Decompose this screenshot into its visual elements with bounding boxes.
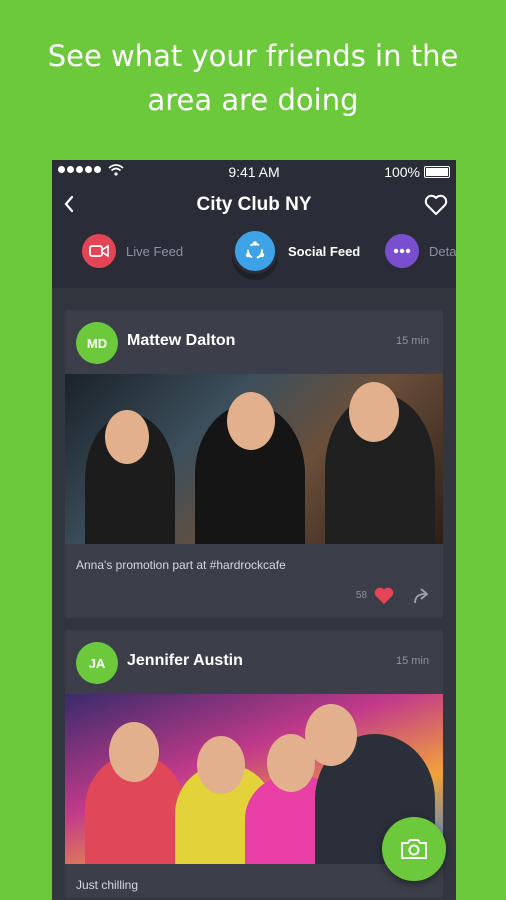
social-feed: MD Mattew Dalton 15 min Anna's promotion… (52, 288, 456, 900)
tab-details[interactable]: Deta (385, 234, 456, 268)
post-photo[interactable] (65, 374, 443, 544)
app-header: City Club NY (52, 184, 456, 224)
post-author[interactable]: Jennifer Austin (127, 652, 243, 670)
person-face (349, 382, 399, 442)
tab-label: Social Feed (288, 243, 361, 259)
person-face (105, 410, 149, 464)
person-face (197, 736, 245, 794)
battery-percent: 100% (384, 164, 420, 180)
person-face (305, 704, 357, 766)
post-caption: Anna's promotion part at #hardrockcafe (76, 558, 286, 572)
post-time: 15 min (395, 655, 429, 667)
tab-label: Deta (429, 243, 456, 259)
avatar[interactable]: JA (76, 642, 118, 684)
like-count: 58 (355, 590, 367, 601)
camera-icon (401, 839, 427, 859)
heart-outline-icon[interactable] (424, 194, 448, 216)
heart-icon[interactable] (373, 586, 395, 606)
battery-icon (424, 166, 450, 178)
post-author[interactable]: Mattew Dalton (127, 332, 235, 350)
tab-label: Live Feed (126, 243, 184, 259)
post-time: 15 min (395, 335, 429, 347)
more-dots-icon (385, 234, 419, 268)
promo-line-1: See what your friends in the (47, 39, 459, 73)
feed-tabs: Live Feed Social Feed Deta (52, 224, 456, 280)
post-caption: Just chilling (76, 878, 139, 892)
post-card: MD Mattew Dalton 15 min Anna's promotion… (65, 310, 443, 618)
person-face (227, 392, 275, 450)
post-actions: 58 (65, 578, 443, 618)
promo-line-2: area are doing (147, 83, 359, 117)
person-face (109, 722, 159, 782)
page-title: City Club NY (196, 194, 312, 215)
status-bar: 9:41 AM 100% (52, 160, 456, 184)
promo-headline: See what your friends in the area are do… (0, 34, 506, 122)
tab-social-feed[interactable]: Social Feed (232, 228, 360, 274)
phone-screen: 9:41 AM 100% City Club NY Live Feed Soci… (52, 160, 456, 900)
post-header: JA Jennifer Austin 15 min (65, 630, 443, 694)
camera-button[interactable] (382, 817, 446, 881)
social-share-icon (232, 228, 278, 274)
avatar[interactable]: MD (76, 322, 118, 364)
tab-live-feed[interactable]: Live Feed (82, 234, 183, 268)
post-header: MD Mattew Dalton 15 min (65, 310, 443, 374)
share-arrow-icon[interactable] (411, 586, 431, 606)
video-camera-icon (82, 234, 116, 268)
